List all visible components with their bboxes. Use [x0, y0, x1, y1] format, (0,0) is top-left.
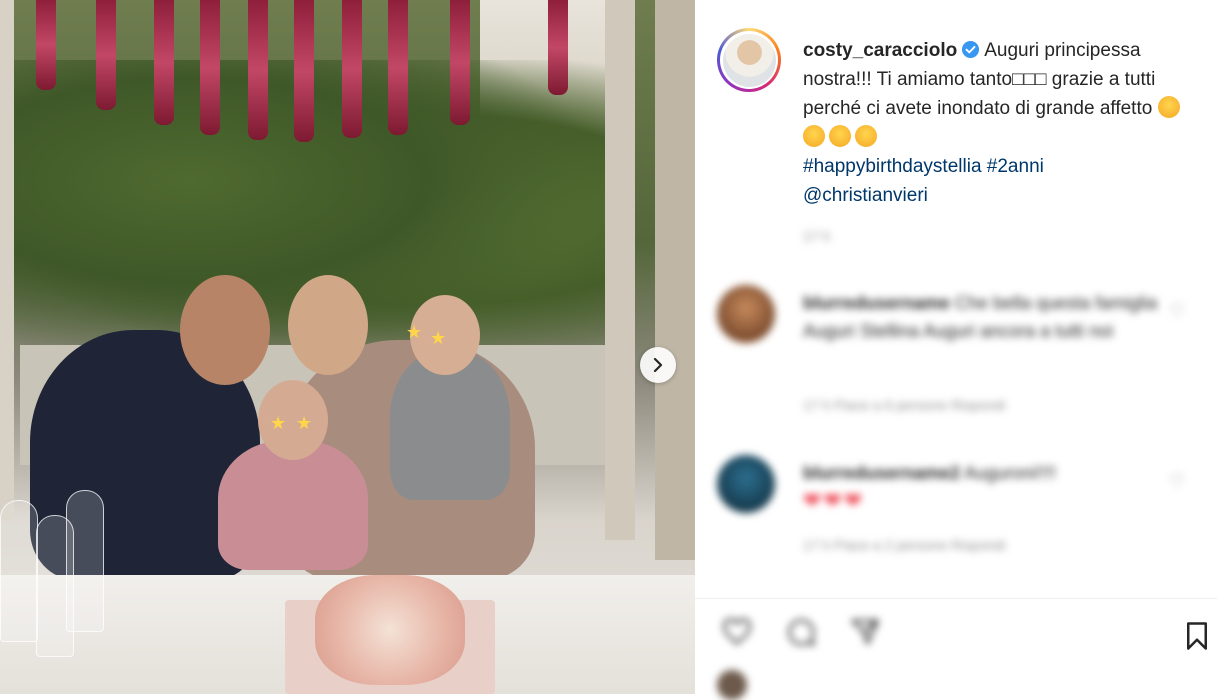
comment-username[interactable]: blurredusername2	[803, 463, 960, 483]
garland-tassel	[450, 0, 470, 125]
garland-tassel	[36, 0, 56, 90]
star-icon: ★	[406, 322, 423, 342]
garland-tassel	[548, 0, 568, 95]
garland-tassel	[154, 0, 174, 125]
comment-item: blurredusername2 Auguroni!!!! ❤❤❤ 17 h P…	[717, 455, 1187, 565]
woman-head	[288, 275, 368, 375]
hashtag-link[interactable]: #happybirthdaystellia	[803, 156, 982, 177]
comment-text: blurredusername2 Auguroni!!!! ❤❤❤	[803, 459, 1163, 516]
comment-avatar[interactable]	[717, 285, 775, 343]
heart-icon[interactable]: ♡	[1169, 301, 1187, 321]
divider	[695, 598, 1217, 599]
avatar[interactable]	[717, 28, 781, 92]
garland-tassel	[200, 0, 220, 135]
comment-item: blurredusername Che bella questa famigli…	[717, 285, 1187, 425]
girl-head	[258, 380, 328, 460]
heart-emojis: ❤❤❤	[803, 488, 865, 513]
star-icon: ★	[270, 413, 287, 433]
comment-body: Auguroni!!!!	[964, 463, 1057, 483]
post-caption: costy_caracciolo Auguri principessa nost…	[803, 36, 1203, 210]
wine-glass	[0, 500, 38, 642]
comment-avatar[interactable]	[717, 455, 775, 513]
garland-tassel	[294, 0, 314, 142]
window-frame-left	[0, 0, 14, 520]
hugging-face-icon	[1157, 96, 1180, 118]
comment-button[interactable]	[781, 612, 821, 652]
chevron-right-icon	[653, 358, 663, 372]
likes-summary	[717, 668, 1197, 700]
comment-icon	[788, 619, 815, 646]
comment-meta[interactable]: 17 h Piace a 6 persone Rispondi	[803, 397, 1005, 413]
heart-icon	[723, 618, 751, 645]
man-head	[180, 275, 270, 385]
share-icon	[851, 619, 879, 645]
verified-badge-icon	[962, 40, 980, 59]
star-icon: ★	[430, 328, 447, 348]
hugging-face-icon	[855, 125, 877, 147]
avatar-image	[722, 33, 776, 87]
heart-icon[interactable]: ♡	[1169, 471, 1187, 491]
birthday-cake	[315, 575, 465, 685]
comment-username[interactable]: blurredusername	[803, 293, 950, 313]
window-frame-far	[655, 0, 695, 560]
comment-text: blurredusername Che bella questa famigli…	[803, 289, 1163, 345]
star-icon: ★	[296, 413, 313, 433]
post-photo: ★ ★ ★ ★	[0, 0, 695, 694]
post-timestamp: 17 h	[803, 228, 831, 244]
garland-tassel	[248, 0, 268, 140]
hashtag-link[interactable]: #2anni	[987, 156, 1044, 177]
avatar-frame	[720, 31, 778, 89]
garland-tassel	[96, 0, 116, 110]
wine-glass	[66, 490, 104, 632]
liker-avatar	[717, 670, 747, 700]
mention-link[interactable]: @christianvieri	[803, 185, 928, 206]
bookmark-icon	[1187, 622, 1207, 650]
window-frame-right	[605, 0, 635, 540]
like-button[interactable]	[717, 612, 757, 652]
action-bar	[717, 612, 1197, 652]
garland-tassel	[388, 0, 408, 135]
post-panel: costy_caracciolo Auguri principessa nost…	[695, 0, 1217, 700]
garland-tassel	[342, 0, 362, 138]
next-photo-button[interactable]	[640, 347, 676, 383]
share-button[interactable]	[845, 612, 885, 652]
hugging-face-icon	[829, 125, 851, 147]
hugging-face-icon	[803, 125, 825, 147]
comment-meta[interactable]: 17 h Piace a 2 persone Rispondi	[803, 537, 1005, 553]
save-button[interactable]	[1177, 616, 1217, 656]
caption-username[interactable]: costy_caracciolo	[803, 40, 957, 61]
